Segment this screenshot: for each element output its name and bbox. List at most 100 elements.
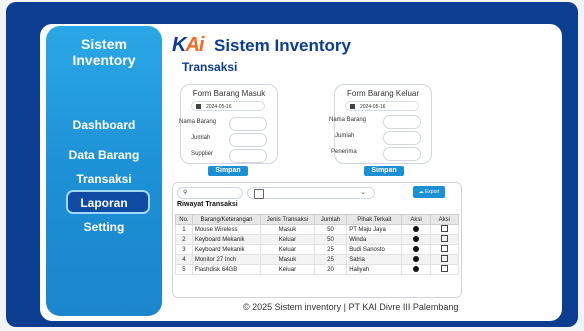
cell-aksi-edit (429, 264, 460, 275)
col-no: No. (175, 214, 193, 225)
cell-jumlah: 50 (313, 234, 348, 245)
input-supplier[interactable] (229, 149, 267, 163)
footer-text: © 2025 Sistem inventory | PT KAI Divre I… (243, 302, 459, 312)
view-icon[interactable] (413, 265, 420, 272)
cell-pihak: Budi Sanosto (346, 244, 403, 255)
cell-barang: Flashdisk 64GB (191, 264, 262, 275)
col-pihak: Pihak Terkait (346, 214, 403, 225)
sidebar: Sistem Inventory Dashboard Data Barang T… (46, 26, 162, 316)
input-jumlah-masuk[interactable] (229, 133, 267, 147)
input-nama-barang-masuk[interactable] (229, 117, 267, 131)
table-header-row: No. Barang/Keterangan Jenis Transaksi Ju… (175, 214, 460, 225)
search-icon: ⚲ (183, 190, 188, 196)
label-jumlah: Jumlah (335, 133, 355, 139)
app-title: Sistem Inventory (214, 36, 351, 55)
form-masuk-date-input[interactable]: 2024-05-16 (191, 101, 265, 111)
simpan-keluar-button[interactable]: Simpan (364, 166, 404, 176)
sidebar-brand-line1: Sistem (81, 36, 127, 52)
form-masuk-title: Form Barang Masuk (192, 89, 266, 98)
view-icon[interactable] (413, 235, 420, 242)
riwayat-title: Riwayat Transaksi (177, 201, 238, 208)
cell-jenis: Masuk (260, 224, 315, 235)
cell-no: 3 (175, 244, 193, 255)
col-barang: Barang/Keterangan (191, 214, 262, 225)
cell-aksi-edit (429, 224, 460, 235)
col-jumlah: Jumlah (313, 214, 348, 225)
cell-jenis: Masuk (260, 254, 315, 265)
transactions-table: No. Barang/Keterangan Jenis Transaksi Ju… (175, 214, 460, 275)
input-nama-barang-keluar[interactable] (383, 115, 421, 129)
kai-logo: KAi (172, 34, 204, 56)
cell-barang: Keyboard Mekanik (191, 234, 262, 245)
search-input[interactable]: ⚲ (177, 187, 243, 199)
cell-barang: Mouse Wireless (191, 224, 262, 235)
sidebar-item-data-barang[interactable]: Data Barang (46, 148, 162, 162)
cell-no: 2 (175, 234, 193, 245)
label-supplier: Supplier (191, 151, 214, 157)
export-button[interactable]: ☁ Export (413, 186, 445, 198)
cell-jumlah: 20 (313, 264, 348, 275)
cell-barang: Monitor 27 Inch (191, 254, 262, 265)
edit-icon[interactable] (440, 265, 448, 272)
edit-icon[interactable] (440, 235, 448, 242)
cell-aksi-view (401, 244, 431, 255)
page-title: Transaksi (182, 60, 238, 74)
calendar-filter-icon (254, 189, 264, 199)
view-icon[interactable] (413, 255, 420, 262)
cell-pihak: Winda (346, 234, 403, 245)
cell-no: 1 (175, 224, 193, 235)
label-jumlah: Jumlah (191, 135, 211, 141)
cell-aksi-view (401, 264, 431, 275)
edit-icon[interactable] (440, 245, 448, 252)
cell-no: 4 (175, 254, 193, 265)
col-aksi-edit: Aksi (429, 214, 460, 225)
cell-jenis: Keluar (260, 234, 315, 245)
sidebar-item-setting[interactable]: Setting (46, 220, 162, 234)
cell-aksi-edit (429, 234, 460, 245)
cell-aksi-view (401, 254, 431, 265)
sidebar-item-transaksi[interactable]: Transaksi (46, 172, 162, 186)
table-row: 5 Flashdisk 64GB Keluar 20 Haliyah (175, 264, 460, 275)
sidebar-brand-line2: Inventory (72, 52, 136, 68)
cell-aksi-edit (429, 244, 460, 255)
cell-jenis: Keluar (260, 264, 315, 275)
form-barang-masuk: Form Barang Masuk 2024-05-16 Nama Barang… (179, 84, 278, 164)
form-barang-keluar: Form Barang Keluar 2024-05-16 Nama Baran… (329, 84, 432, 164)
sidebar-brand: Sistem Inventory (46, 36, 162, 68)
chevron-down-icon: ⌄ (360, 189, 366, 196)
cell-barang: Keyboard Mekanik (191, 244, 262, 255)
cell-pihak: PT Maju Jaya (346, 224, 403, 235)
cell-aksi-view (401, 224, 431, 235)
simpan-masuk-button[interactable]: Simpan (208, 166, 248, 176)
cell-jumlah: 25 (313, 244, 348, 255)
cell-jumlah: 25 (313, 254, 348, 265)
label-nama-barang: Nama Barang (179, 119, 217, 125)
table-row: 2 Keyboard Mekanik Keluar 50 Winda (175, 234, 460, 245)
sidebar-item-laporan[interactable]: Laporan (46, 196, 162, 210)
cell-no: 5 (175, 264, 193, 275)
cell-pihak: Satria (346, 254, 403, 265)
table-row: 1 Mouse Wireless Masuk 50 PT Maju Jaya (175, 224, 460, 235)
edit-icon[interactable] (440, 255, 448, 262)
view-icon[interactable] (413, 245, 420, 252)
view-icon[interactable] (413, 225, 420, 232)
calendar-icon (350, 104, 355, 109)
table-row: 4 Monitor 27 Inch Masuk 25 Satria (175, 254, 460, 265)
table-row: 3 Keyboard Mekanik Keluar 25 Budi Sanost… (175, 244, 460, 255)
form-keluar-date-input[interactable]: 2024-05-16 (345, 101, 419, 111)
input-jumlah-keluar[interactable] (383, 131, 421, 145)
col-aksi-view: Aksi (401, 214, 431, 225)
filter-select[interactable]: ⌄ (247, 187, 375, 199)
col-jenis: Jenis Transaksi (260, 214, 315, 225)
sidebar-item-dashboard[interactable]: Dashboard (46, 118, 162, 132)
riwayat-transaksi-panel: ⚲ ⌄ ☁ Export Riwayat Transaksi No. Baran… (172, 182, 462, 298)
cell-aksi-edit (429, 254, 460, 265)
cell-jenis: Keluar (260, 244, 315, 255)
cell-jumlah: 50 (313, 224, 348, 235)
input-penerima[interactable] (383, 147, 421, 161)
cloud-upload-icon: ☁ (418, 189, 424, 195)
label-nama-barang: Nama Barang (329, 117, 367, 123)
label-penerima: Penerima (331, 149, 357, 155)
cell-pihak: Haliyah (346, 264, 403, 275)
edit-icon[interactable] (440, 225, 448, 232)
